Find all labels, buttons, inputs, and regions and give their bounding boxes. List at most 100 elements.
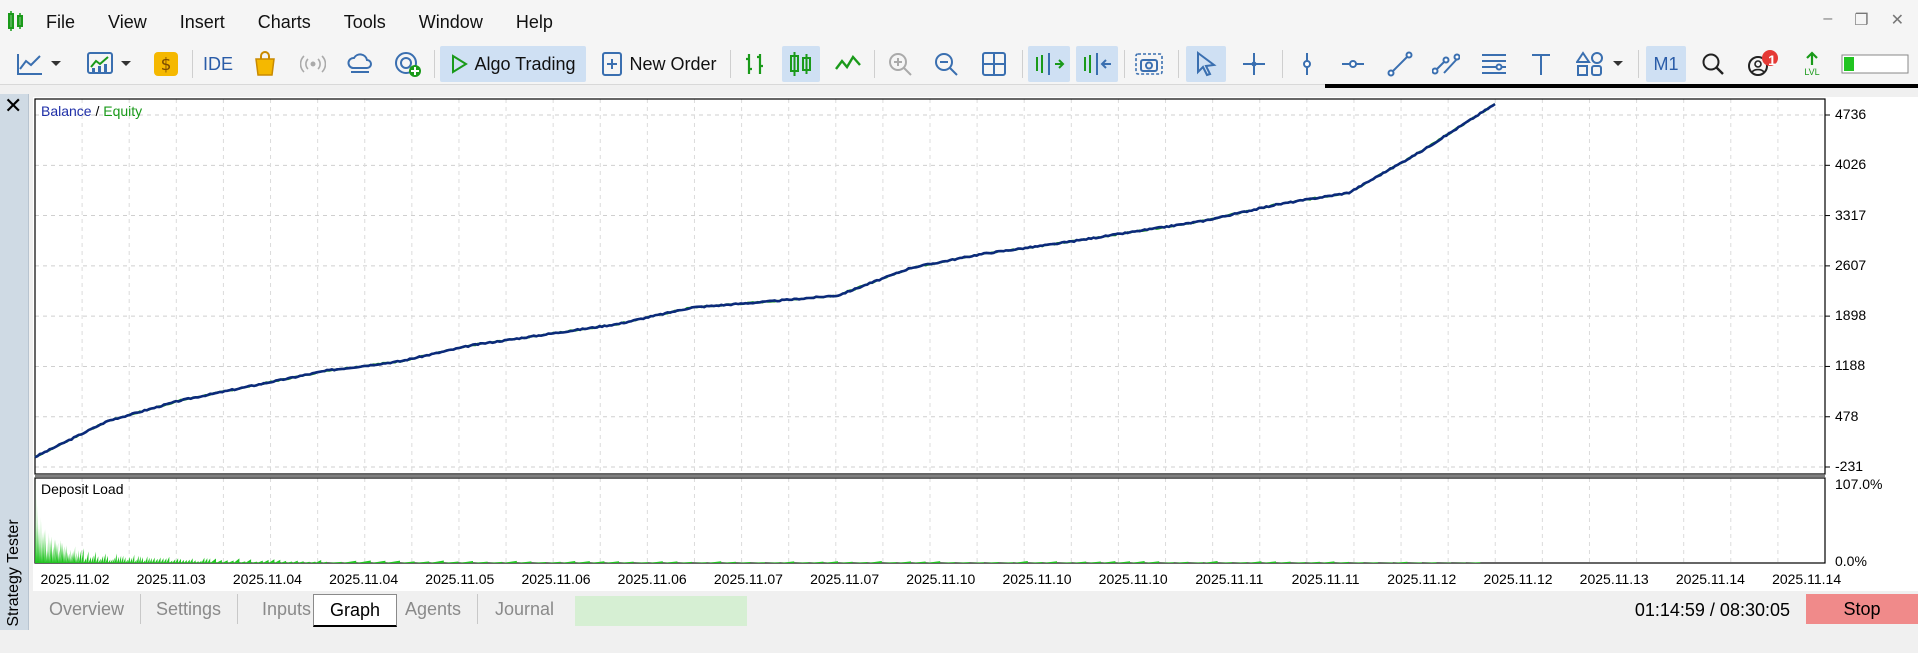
horizontal-line-icon — [1342, 60, 1364, 68]
menu-charts[interactable]: Charts — [246, 10, 323, 35]
new-order-label: New Order — [629, 53, 717, 74]
new-order-icon — [602, 52, 623, 76]
tab-settings[interactable]: Settings — [140, 594, 239, 624]
auto-scroll-button[interactable] — [1028, 46, 1070, 82]
menu-tools[interactable]: Tools — [332, 10, 398, 35]
strategy-tester-side-panel: ✕ Strategy Tester — [0, 94, 29, 630]
x-tick-label: 2025.11.10 — [1098, 571, 1168, 587]
text-button[interactable] — [1524, 46, 1558, 82]
tile-windows-button[interactable] — [976, 46, 1012, 82]
stop-button[interactable]: Stop — [1806, 594, 1918, 624]
signals-button[interactable] — [296, 46, 330, 82]
channel-icon — [1432, 53, 1460, 75]
tab-graph[interactable]: Graph — [313, 594, 398, 627]
minimize-button[interactable]: – — [1823, 10, 1832, 30]
close-tester-button[interactable]: ✕ — [4, 94, 22, 118]
grid-icon — [982, 52, 1006, 76]
chart-shift-icon — [1084, 53, 1111, 75]
crosshair-button[interactable] — [1236, 46, 1272, 82]
camera-icon — [1135, 53, 1163, 75]
legend-balance: Balance — [41, 103, 92, 119]
market-bag-button[interactable] — [248, 46, 282, 82]
balance-line — [34, 103, 1496, 459]
zoom-out-icon — [935, 53, 958, 76]
search-icon — [1702, 53, 1724, 75]
chart-canvas — [34, 98, 1830, 564]
fibonacci-button[interactable] — [1476, 46, 1512, 82]
x-tick-label: 2025.11.04 — [329, 571, 399, 587]
elapsed-time: 01:14:59 / 08:30:05 — [1634, 600, 1790, 620]
cursor-button[interactable] — [1186, 46, 1226, 82]
shapes-button[interactable] — [1570, 46, 1630, 82]
test-progress-bar — [575, 596, 747, 626]
window-controls: – ❐ ✕ — [1823, 10, 1904, 30]
zoom-out-button[interactable] — [928, 46, 964, 82]
algo-trading-label: Algo Trading — [474, 53, 576, 74]
y-axis-ticks — [1825, 114, 1830, 468]
level-bar-icon — [1841, 54, 1909, 74]
market-button[interactable]: $ — [148, 46, 184, 82]
menu-file[interactable]: File — [34, 10, 87, 35]
lvl-label: LVL — [1804, 67, 1820, 77]
zoom-in-button[interactable] — [882, 46, 918, 82]
x-tick-label: 2025.11.14 — [1675, 571, 1745, 587]
lvl-button[interactable]: LVL — [1792, 46, 1832, 82]
chart-type-button[interactable] — [10, 46, 68, 82]
auto-scroll-icon — [1036, 53, 1065, 75]
notifications-button[interactable]: 1 — [1742, 46, 1782, 82]
deposit-y-tick-label: 0.0% — [1835, 553, 1867, 569]
x-tick-label: 2025.11.06 — [617, 571, 687, 587]
menu-window[interactable]: Window — [407, 10, 495, 35]
deposit-load-area — [35, 469, 1495, 563]
deposit-load-label: Deposit Load — [41, 481, 124, 497]
chart-shift-button[interactable] — [1076, 46, 1118, 82]
x-tick-label: 2025.11.05 — [425, 571, 495, 587]
new-order-button[interactable]: New Order — [596, 46, 722, 82]
screenshot-button[interactable] — [1130, 46, 1168, 82]
shapes-icon — [1576, 51, 1603, 76]
subscriptions-button[interactable] — [390, 46, 426, 82]
y-tick-label: -231 — [1835, 458, 1864, 474]
y-tick-label: 1898 — [1835, 307, 1867, 324]
menu-insert[interactable]: Insert — [168, 10, 237, 35]
timeframe-m1-button[interactable]: M1 — [1646, 46, 1686, 82]
trendline-button[interactable] — [1382, 46, 1418, 82]
x-tick-label: 2025.11.04 — [232, 571, 302, 587]
x-tick-label: 2025.11.12 — [1483, 571, 1553, 587]
candlestick-button[interactable] — [782, 46, 820, 82]
svg-text:$: $ — [161, 55, 172, 75]
menu-help[interactable]: Help — [504, 10, 565, 35]
ide-button[interactable]: IDE — [200, 46, 236, 82]
indicators-button[interactable] — [80, 46, 138, 82]
strategy-tester-title: Strategy Tester — [5, 519, 22, 627]
restore-button[interactable]: ❐ — [1854, 10, 1868, 30]
app-candles-icon — [6, 10, 26, 37]
tab-overview[interactable]: Overview — [33, 594, 142, 624]
tab-agents[interactable]: Agents — [389, 594, 479, 624]
radar-add-icon — [395, 52, 421, 77]
line-chart-button[interactable] — [830, 46, 866, 82]
menu-bar: File View Insert Charts Tools Window Hel… — [0, 0, 1918, 44]
x-tick-label: 2025.11.07 — [810, 571, 880, 587]
x-tick-label: 2025.11.12 — [1387, 571, 1457, 587]
vps-button[interactable] — [342, 46, 378, 82]
close-window-button[interactable]: ✕ — [1891, 10, 1904, 30]
horizontal-line-button[interactable] — [1336, 46, 1370, 82]
play-icon — [452, 54, 469, 74]
x-tick-label: 2025.11.06 — [521, 571, 591, 587]
y-tick-label: 2607 — [1835, 256, 1867, 273]
tab-journal[interactable]: Journal — [479, 594, 570, 624]
x-tick-label: 2025.11.10 — [1002, 571, 1072, 587]
vertical-line-button[interactable] — [1290, 46, 1324, 82]
main-menu: File View Insert Charts Tools Window Hel… — [34, 10, 574, 35]
algo-trading-button[interactable]: Algo Trading — [440, 46, 586, 82]
x-tick-label: 2025.11.07 — [713, 571, 783, 587]
search-button[interactable] — [1696, 46, 1730, 82]
y-tick-label: 478 — [1835, 407, 1859, 424]
bar-chart-button[interactable] — [738, 46, 772, 82]
menu-view[interactable]: View — [96, 10, 159, 35]
zoom-in-icon — [889, 53, 912, 76]
channel-button[interactable] — [1428, 46, 1464, 82]
x-tick-label: 2025.11.10 — [906, 571, 976, 587]
dollar-icon: $ — [154, 52, 178, 76]
